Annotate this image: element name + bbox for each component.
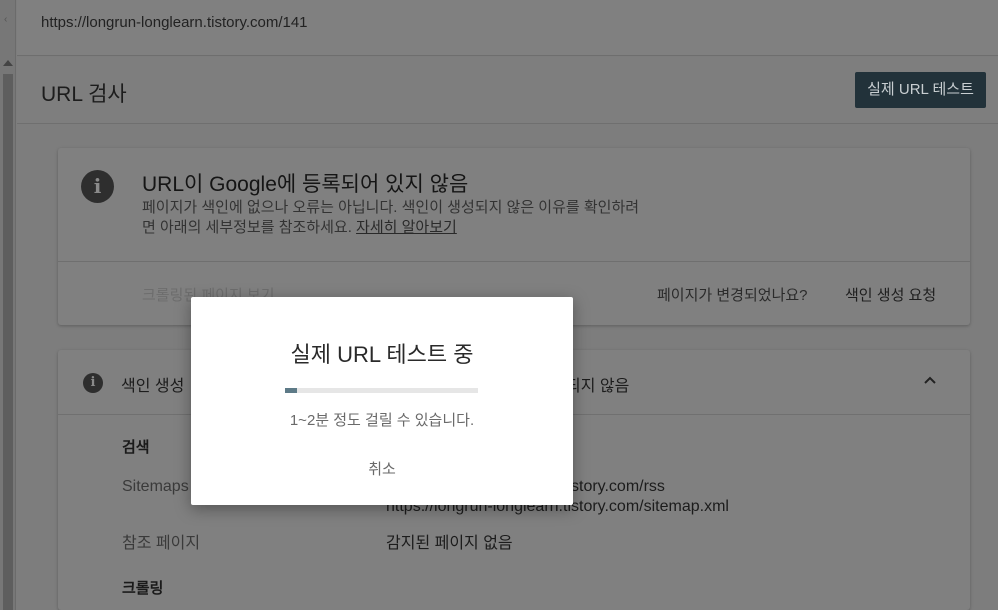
status-title: URL이 Google에 등록되어 있지 않음 — [142, 173, 469, 196]
collapse-icon[interactable]: ‹ — [4, 14, 10, 25]
url-inspect-bar[interactable]: https://longrun-longlearn.tistory.com/14… — [17, 0, 998, 56]
scroll-up-icon[interactable] — [3, 60, 13, 66]
inspected-url[interactable]: https://longrun-longlearn.tistory.com/14… — [41, 14, 308, 31]
progress-fill — [285, 388, 297, 393]
chevron-up-icon[interactable] — [924, 374, 936, 386]
learn-more-link[interactable]: 자세히 알아보기 — [356, 219, 457, 236]
scrollbar-thumb[interactable] — [3, 74, 13, 610]
info-icon: i — [81, 170, 114, 203]
info-icon: i — [83, 373, 103, 393]
page-changed-label: 페이지가 변경되었나요? — [657, 287, 808, 304]
coverage-status: 되지 않음 — [566, 378, 630, 395]
live-test-button[interactable]: 실제 URL 테스트 — [855, 72, 986, 108]
page-title: URL 검사 — [41, 83, 127, 106]
status-description: 페이지가 색인에 없으나 오류는 아닙니다. 색인이 생성되지 않은 이유를 확… — [142, 198, 742, 238]
description-line2: 면 아래의 세부정보를 참조하세요. — [142, 219, 352, 236]
crawl-heading: 크롤링 — [122, 580, 164, 597]
cancel-button[interactable]: 취소 — [352, 456, 412, 484]
referring-page-value: 감지된 페이지 없음 — [386, 535, 513, 552]
referring-page-label: 참조 페이지 — [122, 535, 201, 552]
page-header: URL 검사 실제 URL 테스트 — [17, 57, 998, 124]
sitemaps-label: Sitemaps — [122, 478, 189, 495]
progress-bar — [285, 388, 478, 393]
live-test-dialog: 실제 URL 테스트 중 1~2분 정도 걸릴 수 있습니다. 취소 — [191, 297, 573, 505]
scrollbar[interactable]: ‹ — [0, 0, 16, 610]
request-indexing-button[interactable]: 색인 생성 요청 — [845, 284, 936, 305]
divider — [58, 261, 970, 262]
dialog-title: 실제 URL 테스트 중 — [290, 342, 474, 367]
description-line1: 페이지가 색인에 없으나 오류는 아닙니다. 색인이 생성되지 않은 이유를 확… — [142, 199, 640, 216]
dialog-subtitle: 1~2분 정도 걸릴 수 있습니다. — [289, 412, 475, 429]
search-heading: 검색 — [122, 439, 150, 456]
coverage-title[interactable]: 색인 생성 — [121, 372, 184, 396]
